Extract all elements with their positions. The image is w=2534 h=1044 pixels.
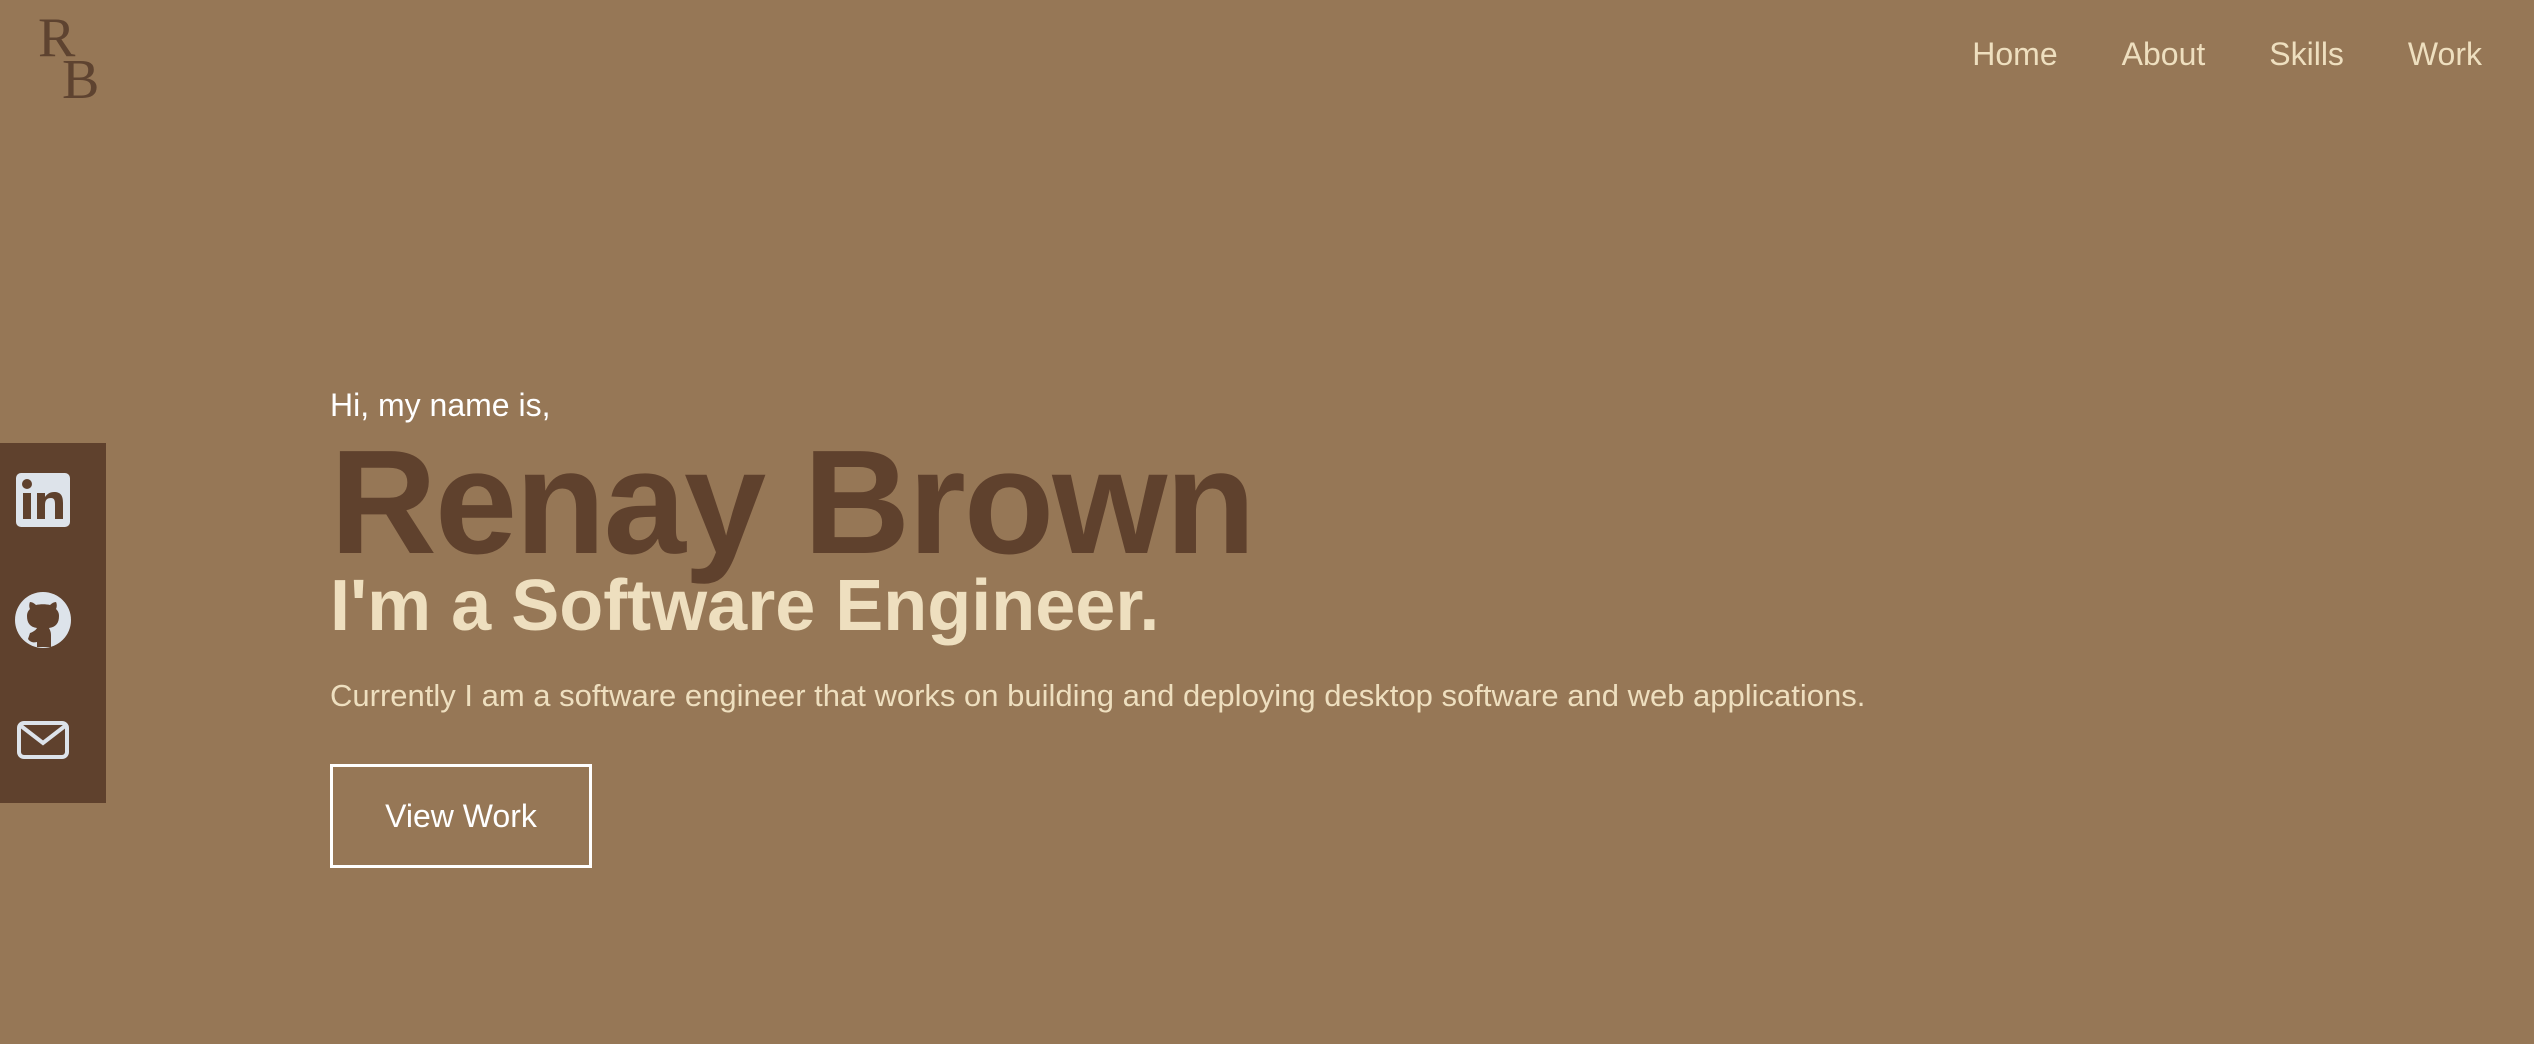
mail-icon[interactable]: [14, 711, 72, 769]
linkedin-icon[interactable]: [14, 471, 72, 529]
nav-about-link[interactable]: About: [2122, 36, 2206, 73]
description-text: Currently I am a software engineer that …: [330, 678, 1866, 713]
name-heading: Renay Brown: [330, 420, 1256, 585]
logo-letter-b: B: [62, 49, 100, 111]
role-heading: I'm a Software Engineer.: [330, 566, 1160, 646]
view-work-button[interactable]: View Work: [330, 764, 592, 868]
nav-work-link[interactable]: Work: [2408, 36, 2482, 73]
hero-section: Hi, my name is, Renay Brown I'm a Softwa…: [330, 380, 1865, 868]
top-nav: Home About Skills Work: [1972, 36, 2482, 73]
social-sidebar: [0, 443, 106, 803]
logo[interactable]: R B: [38, 10, 108, 110]
github-icon[interactable]: [14, 591, 72, 649]
nav-skills-link[interactable]: Skills: [2269, 36, 2344, 73]
nav-home-link[interactable]: Home: [1972, 36, 2057, 73]
